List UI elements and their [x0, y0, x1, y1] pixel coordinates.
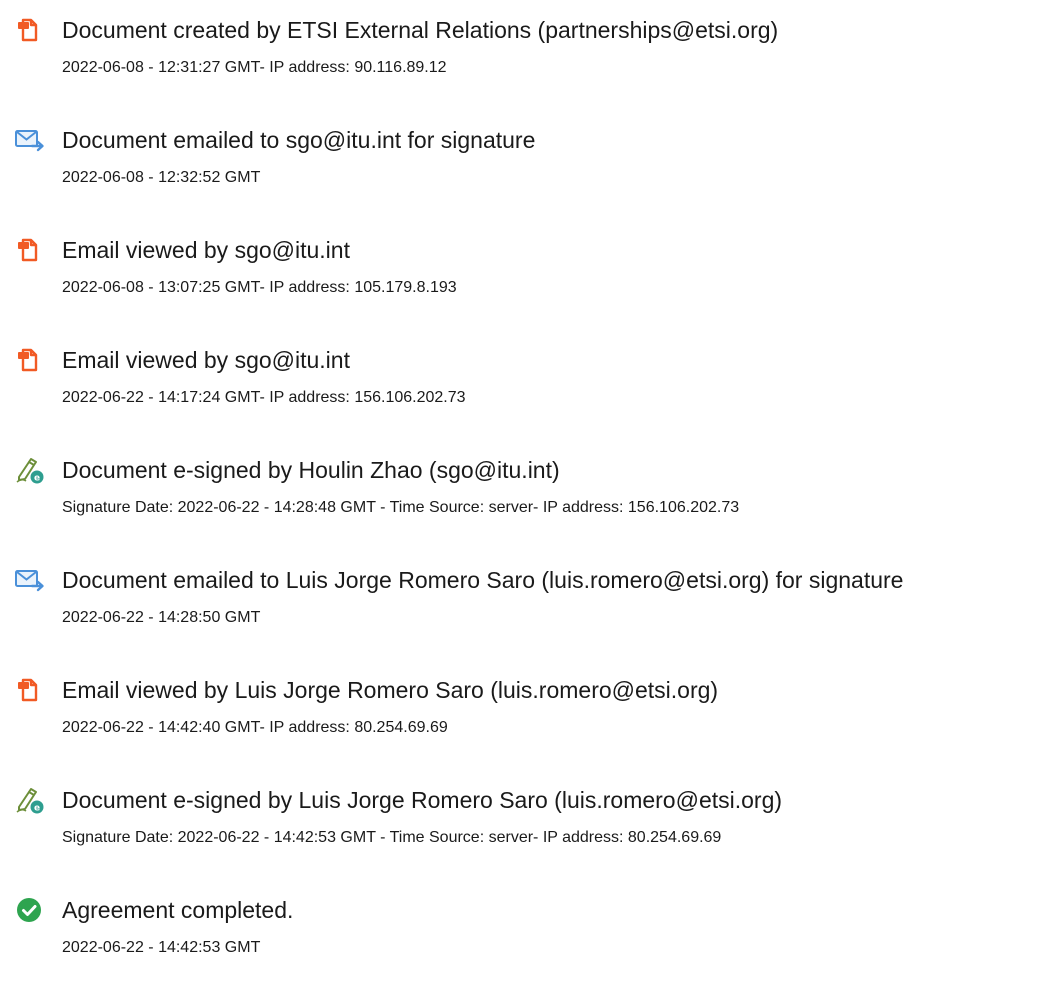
- svg-text:e: e: [34, 804, 40, 814]
- audit-entry-emailed: Document emailed to sgo@itu.int for sign…: [0, 124, 1038, 204]
- entry-title: Document created by ETSI External Relati…: [62, 17, 779, 43]
- entry-title: Email viewed by Luis Jorge Romero Saro (…: [62, 677, 719, 703]
- entry-timestamp: 2022-06-22 - 14:17:24 GMT- IP address: 1…: [62, 389, 466, 406]
- entry-timestamp: 2022-06-22 - 14:28:50 GMT: [62, 609, 261, 626]
- document-icon: [14, 344, 46, 376]
- audit-entry-esigned: e Document e-signed by Houlin Zhao (sgo@…: [0, 454, 1038, 534]
- audit-entry-viewed: Email viewed by sgo@itu.int 2022-06-08 -…: [0, 234, 1038, 314]
- entry-title: Email viewed by sgo@itu.int: [62, 347, 350, 373]
- esign-pen-icon: e: [14, 454, 46, 486]
- entry-timestamp: Signature Date: 2022-06-22 - 14:28:48 GM…: [62, 499, 740, 516]
- esign-pen-icon: e: [14, 784, 46, 816]
- entry-title: Document e-signed by Luis Jorge Romero S…: [62, 787, 783, 813]
- entry-timestamp: 2022-06-22 - 14:42:53 GMT: [62, 939, 261, 956]
- document-icon: [14, 14, 46, 46]
- entry-timestamp: 2022-06-22 - 14:42:40 GMT- IP address: 8…: [62, 719, 448, 736]
- entry-title: Document emailed to sgo@itu.int for sign…: [62, 127, 536, 153]
- document-icon: [14, 234, 46, 266]
- entry-timestamp: Signature Date: 2022-06-22 - 14:42:53 GM…: [62, 829, 722, 846]
- email-send-icon: [14, 124, 46, 156]
- entry-title: Agreement completed.: [62, 897, 294, 923]
- entry-timestamp: 2022-06-08 - 12:32:52 GMT: [62, 169, 261, 186]
- checkmark-circle-icon: [14, 894, 46, 926]
- audit-entry-created: Document created by ETSI External Relati…: [0, 14, 1038, 94]
- audit-entry-viewed: Email viewed by sgo@itu.int 2022-06-22 -…: [0, 344, 1038, 424]
- entry-title: Document e-signed by Houlin Zhao (sgo@it…: [62, 457, 560, 483]
- audit-entry-emailed: Document emailed to Luis Jorge Romero Sa…: [0, 564, 1038, 644]
- entry-title: Email viewed by sgo@itu.int: [62, 237, 350, 263]
- document-icon: [14, 674, 46, 706]
- entry-timestamp: 2022-06-08 - 13:07:25 GMT- IP address: 1…: [62, 279, 457, 296]
- entry-title: Document emailed to Luis Jorge Romero Sa…: [62, 567, 904, 593]
- audit-entry-completed: Agreement completed. 2022-06-22 - 14:42:…: [0, 894, 1038, 974]
- email-send-icon: [14, 564, 46, 596]
- audit-entry-esigned: e Document e-signed by Luis Jorge Romero…: [0, 784, 1038, 864]
- entry-timestamp: 2022-06-08 - 12:31:27 GMT- IP address: 9…: [62, 59, 447, 76]
- audit-entry-viewed: Email viewed by Luis Jorge Romero Saro (…: [0, 674, 1038, 754]
- svg-text:e: e: [34, 474, 40, 484]
